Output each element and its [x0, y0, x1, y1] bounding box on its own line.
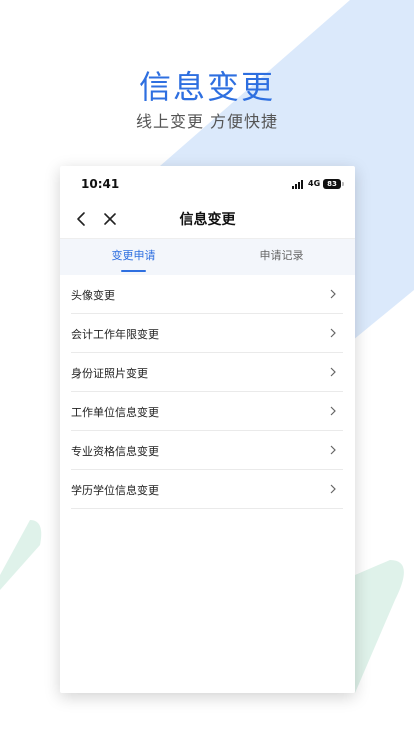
- menu-item-label: 工作单位信息变更: [71, 406, 159, 419]
- menu-item-education[interactable]: 学历学位信息变更: [71, 470, 343, 509]
- chevron-right-icon: [330, 367, 336, 377]
- active-tab-indicator: [121, 270, 146, 272]
- chevron-right-icon: [330, 328, 336, 338]
- tab-request-history[interactable]: 申请记录: [208, 239, 355, 275]
- network-label: 4G: [308, 179, 321, 188]
- back-icon[interactable]: [72, 209, 92, 229]
- menu-item-label: 会计工作年限变更: [71, 328, 159, 341]
- status-time: 10:41: [81, 177, 120, 191]
- menu-item-qualification[interactable]: 专业资格信息变更: [71, 431, 343, 470]
- promo-title: 信息变更: [138, 68, 275, 106]
- status-bar: 10:41 4G 83: [60, 166, 355, 200]
- nav-bar: 信息变更: [60, 200, 355, 239]
- battery-cap: [342, 182, 344, 186]
- battery-icon: 83: [323, 179, 341, 189]
- close-icon[interactable]: [100, 209, 120, 229]
- chevron-right-icon: [330, 445, 336, 455]
- chevron-right-icon: [330, 406, 336, 416]
- menu-item-id-photo[interactable]: 身份证照片变更: [71, 353, 343, 392]
- tab-bar: 变更申请 申请记录: [60, 239, 355, 275]
- menu-list: 头像变更 会计工作年限变更 身份证照片变更 工作单位信息变更 专业资格信息变更 …: [71, 275, 343, 509]
- menu-item-label: 头像变更: [71, 289, 115, 302]
- signal-icon: [292, 180, 303, 189]
- phone-screen: 10:41 4G 83 信息变更 变更申请 申请记录 头像变更 会计工作年限变更…: [60, 166, 355, 693]
- promo-subtitle: 线上变更 方便快捷: [135, 112, 279, 131]
- menu-item-employer[interactable]: 工作单位信息变更: [71, 392, 343, 431]
- menu-item-label: 学历学位信息变更: [71, 484, 159, 497]
- menu-item-label: 专业资格信息变更: [71, 445, 159, 458]
- menu-item-work-years[interactable]: 会计工作年限变更: [71, 314, 343, 353]
- chevron-right-icon: [330, 289, 336, 299]
- menu-item-label: 身份证照片变更: [71, 367, 148, 380]
- chevron-right-icon: [330, 484, 336, 494]
- menu-item-avatar[interactable]: 头像变更: [71, 275, 343, 314]
